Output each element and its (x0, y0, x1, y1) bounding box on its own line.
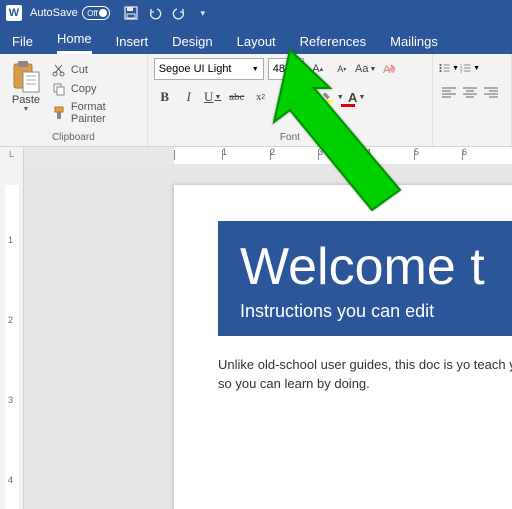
ribbon-tabs: File Home Insert Design Layout Reference… (0, 26, 512, 54)
align-right-button[interactable] (481, 82, 501, 102)
format-painter-button[interactable]: Format Painter (50, 100, 141, 126)
welcome-banner: Welcome t Instructions you can edit (218, 221, 512, 336)
save-icon[interactable] (124, 6, 138, 20)
numbering-button[interactable]: 123▼ (460, 58, 480, 78)
italic-button[interactable]: I (178, 86, 200, 108)
bold-button[interactable]: B (154, 86, 176, 108)
strikethrough-button[interactable]: abc (226, 86, 248, 108)
paragraph-group-label (439, 140, 505, 144)
clipboard-group-label: Clipboard (6, 129, 141, 144)
banner-subtitle[interactable]: Instructions you can edit (240, 301, 512, 322)
svg-text:3: 3 (460, 70, 462, 74)
group-clipboard: Paste ▼ Cut Copy (0, 54, 148, 146)
text-effects-button[interactable]: A▼ (298, 86, 320, 108)
superscript-button[interactable]: x2 (274, 86, 296, 108)
align-center-button[interactable] (460, 82, 480, 102)
cut-label: Cut (71, 64, 88, 76)
ribbon: Paste ▼ Cut Copy (0, 54, 512, 147)
tab-insert[interactable]: Insert (116, 34, 149, 54)
autosave-label: AutoSave (30, 7, 78, 19)
undo-icon[interactable] (148, 6, 162, 20)
increase-font-button[interactable]: A▴ (308, 58, 328, 80)
body-paragraph[interactable]: Unlike old-school user guides, this doc … (218, 356, 512, 394)
bullets-button[interactable]: ▼ (439, 58, 459, 78)
font-name-combo[interactable]: Segoe UI Light▼ (154, 58, 264, 80)
decrease-font-button[interactable]: A▾ (332, 58, 352, 80)
document-page[interactable]: Welcome t Instructions you can edit Unli… (174, 185, 512, 509)
copy-button[interactable]: Copy (50, 81, 141, 97)
copy-icon (52, 82, 66, 96)
cut-button[interactable]: Cut (50, 62, 141, 78)
format-painter-label: Format Painter (71, 101, 139, 125)
font-group-label: Font (154, 129, 426, 144)
format-painter-icon (52, 106, 66, 120)
font-size-combo[interactable]: 48▼ (268, 58, 304, 80)
document-area: 1 2 3 4 Welcome t Instructions you can e… (0, 165, 512, 509)
vertical-ruler[interactable]: 1 2 3 4 (0, 165, 24, 509)
cut-icon (52, 63, 66, 77)
autosave-switch[interactable]: Off (82, 6, 110, 20)
horizontal-ruler-area: L 1 2 3 4 5 6 (0, 147, 512, 165)
tab-references[interactable]: References (300, 34, 366, 54)
banner-title[interactable]: Welcome t (240, 237, 512, 297)
subscript-button[interactable]: x2 (250, 86, 272, 108)
ruler-corner: L (0, 147, 24, 165)
underline-button[interactable]: U▼ (202, 86, 224, 108)
group-font: Segoe UI Light▼ 48▼ A▴ A▾ Aa▼ A B I U▼ a… (148, 54, 433, 146)
change-case-button[interactable]: Aa▼ (356, 58, 376, 80)
paste-icon (11, 60, 41, 94)
paste-button[interactable]: Paste ▼ (6, 58, 46, 126)
copy-label: Copy (71, 83, 97, 95)
tab-home[interactable]: Home (57, 31, 92, 54)
redo-icon[interactable] (172, 6, 186, 20)
autosave-toggle[interactable]: AutoSave Off (30, 6, 110, 20)
horizontal-ruler[interactable]: 1 2 3 4 5 6 (24, 147, 512, 165)
tab-design[interactable]: Design (172, 34, 212, 54)
tab-layout[interactable]: Layout (237, 34, 276, 54)
align-left-button[interactable] (439, 82, 459, 102)
paste-label: Paste (12, 94, 40, 106)
toggle-knob (99, 9, 107, 17)
title-bar: W AutoSave Off ▾ (0, 0, 512, 26)
tab-mailings[interactable]: Mailings (390, 34, 438, 54)
group-paragraph: ▼ 123▼ (433, 54, 512, 146)
page-background: Welcome t Instructions you can edit Unli… (24, 165, 512, 509)
font-color-button[interactable]: A▼ (346, 86, 368, 108)
word-app-icon: W (6, 5, 22, 21)
clear-formatting-button[interactable]: A (380, 58, 400, 80)
tab-file[interactable]: File (12, 34, 33, 54)
qat-customize-icon[interactable]: ▾ (196, 6, 210, 20)
quick-access-toolbar: ▾ (124, 6, 210, 20)
